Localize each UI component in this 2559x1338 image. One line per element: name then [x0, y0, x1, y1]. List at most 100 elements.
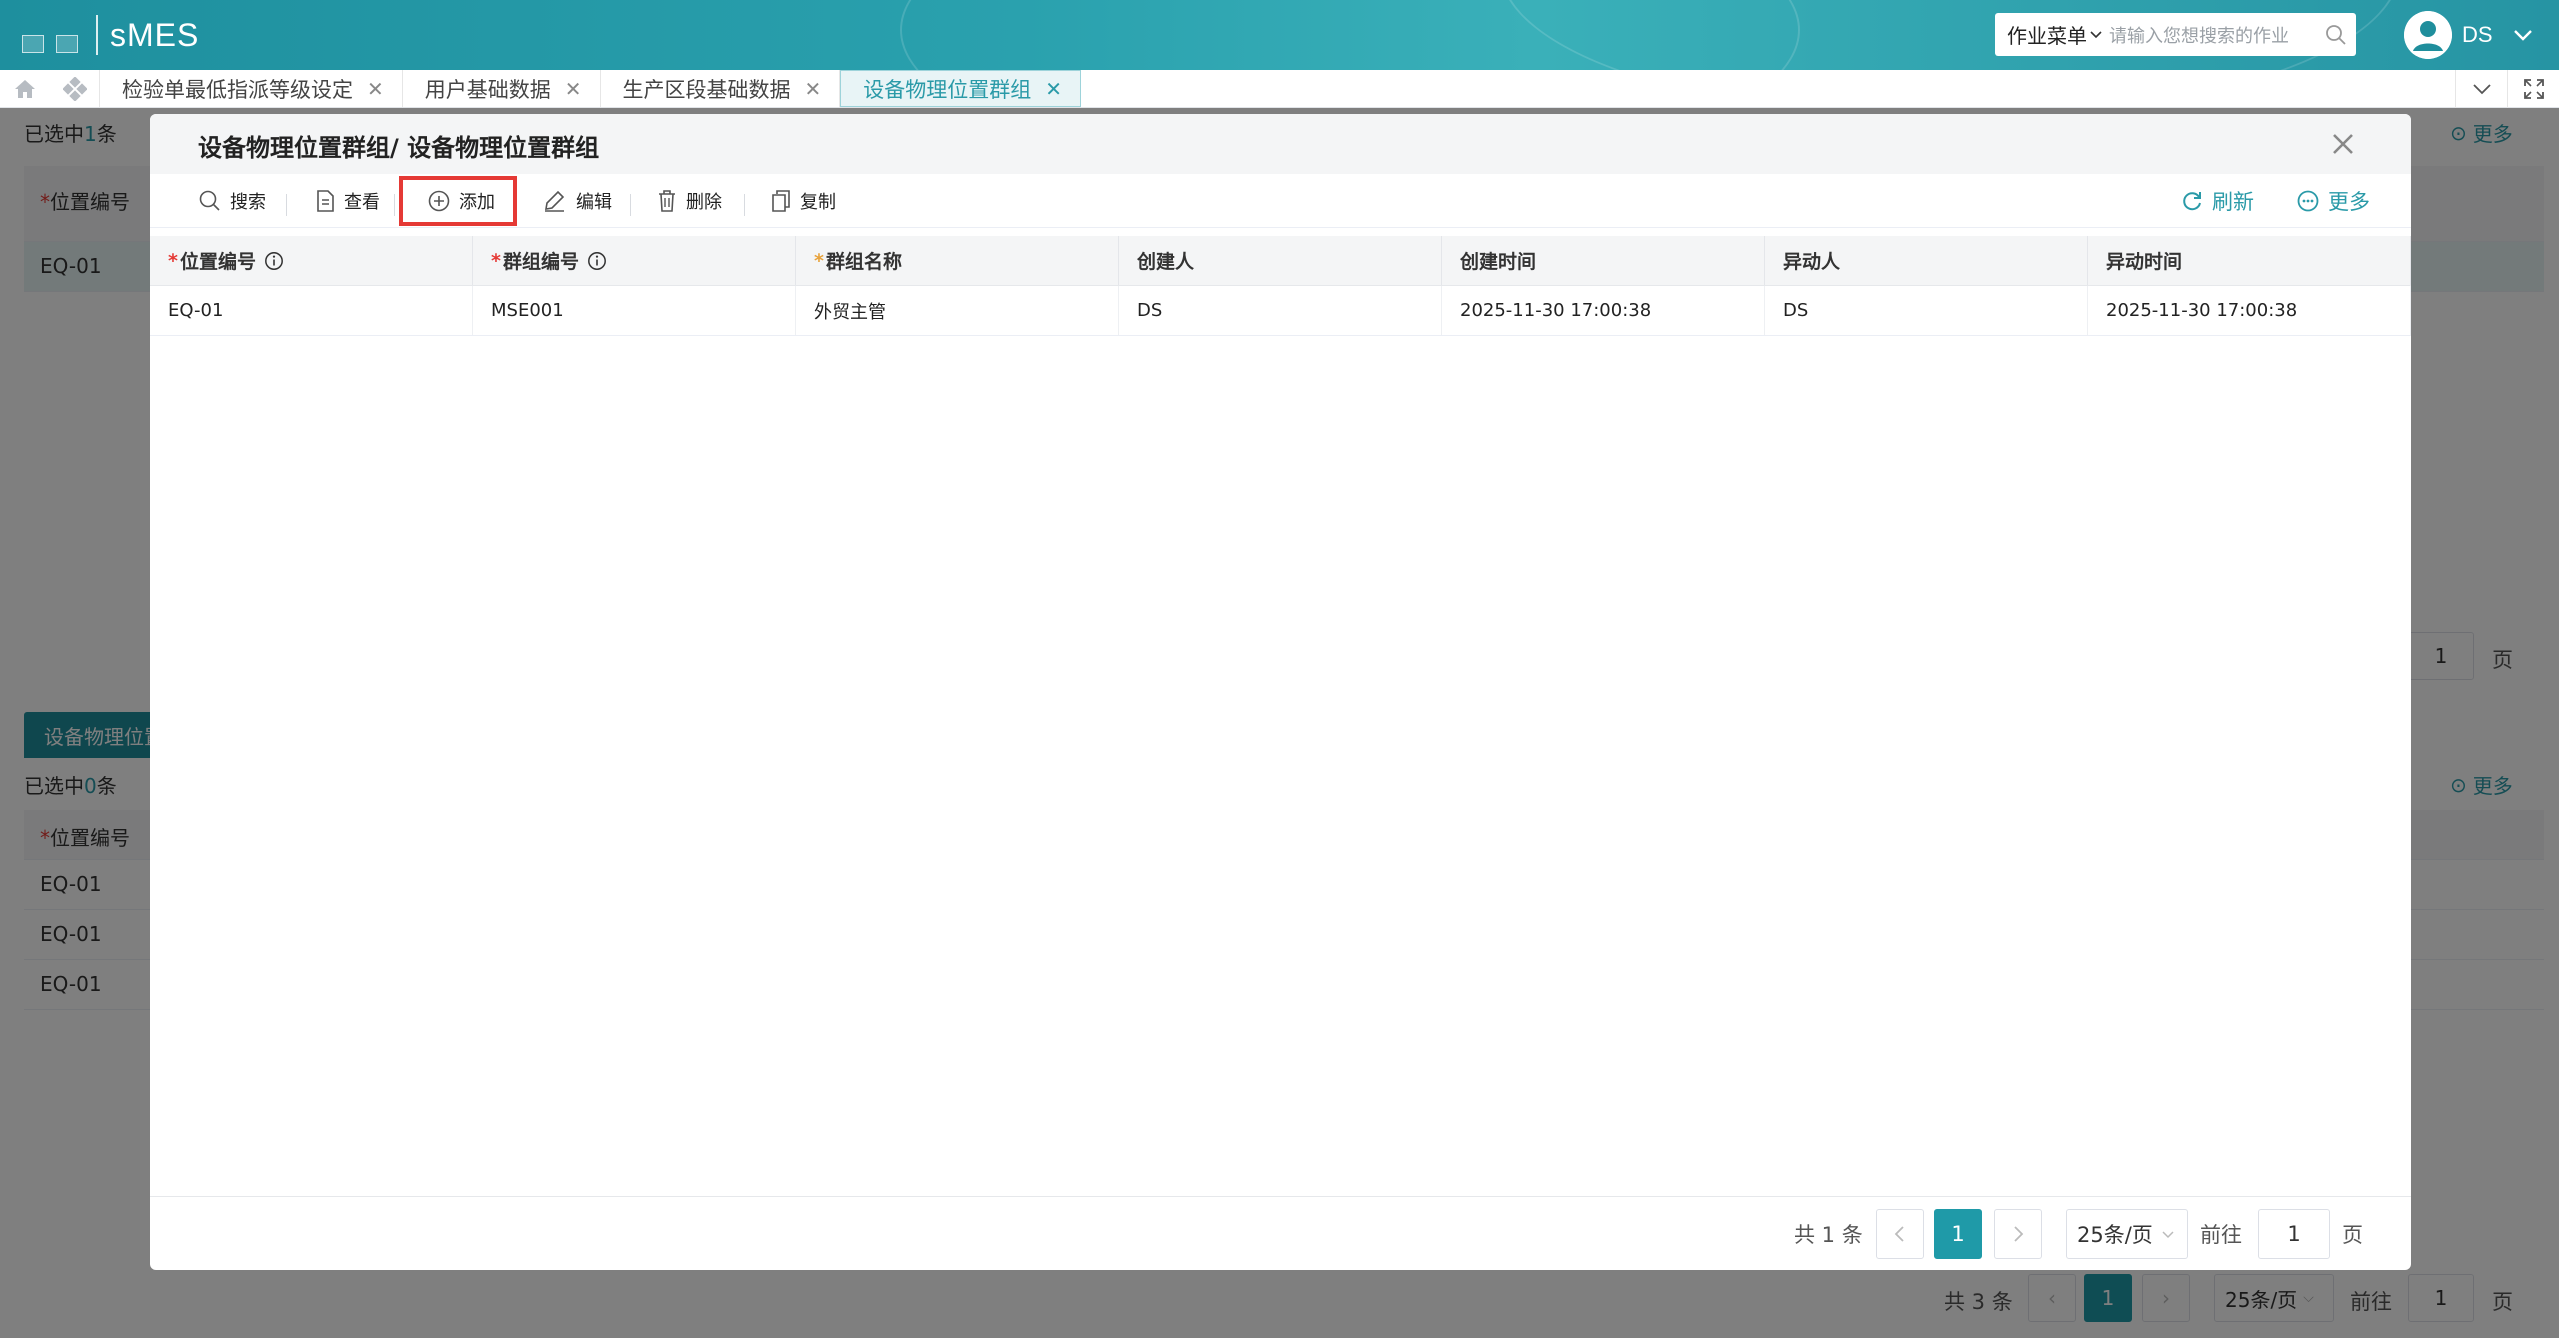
tab-bar: 检验单最低指派等级设定 ✕ 用户基础数据 ✕ 生产区段基础数据 ✕ 设备物理位置…: [0, 70, 2559, 108]
page-button[interactable]: 1: [1934, 1209, 1982, 1259]
tab-equipment-location-group[interactable]: 设备物理位置群组 ✕: [840, 70, 1082, 107]
view-button[interactable]: 查看: [314, 182, 380, 220]
more-button[interactable]: 更多: [2296, 182, 2370, 220]
cell-group-code: MSE001: [473, 286, 796, 335]
home-icon[interactable]: [0, 70, 50, 107]
page-size-label: 25条/页: [2077, 1223, 2153, 1247]
close-icon[interactable]: ✕: [1045, 77, 1062, 101]
apps-icon[interactable]: [50, 70, 100, 107]
edit-button[interactable]: 编辑: [542, 182, 612, 220]
page-size-select[interactable]: 25条/页: [2066, 1209, 2188, 1259]
search-icon[interactable]: [2316, 23, 2356, 47]
copy-button[interactable]: 复制: [770, 182, 836, 220]
cell-modify-time: 2025-11-30 17:00:38: [2088, 286, 2411, 335]
job-search-input[interactable]: 请输入您想搜索的作业: [2103, 22, 2316, 48]
required-marker: *: [814, 249, 824, 272]
column-header-modifier[interactable]: 异动人: [1765, 236, 2088, 285]
tab-inspection-level[interactable]: 检验单最低指派等级设定 ✕: [100, 70, 403, 107]
add-button[interactable]: 添加: [399, 176, 517, 226]
page-goto-input[interactable]: 1: [2258, 1209, 2330, 1259]
top-header: sMES 作业菜单 请输入您想搜索的作业 DS: [0, 0, 2559, 70]
tab-controls: [2455, 70, 2559, 108]
modal-dialog: 设备物理位置群组/ 设备物理位置群组 搜索 查看 添加 编辑 删除 复制 刷新 …: [150, 114, 2411, 1270]
job-menu-label: 作业菜单: [2007, 24, 2087, 48]
column-label: 群组编号: [502, 251, 579, 273]
button-label: 添加: [459, 192, 495, 213]
tab-user-data[interactable]: 用户基础数据 ✕: [403, 70, 601, 107]
job-menu-select[interactable]: 作业菜单: [1995, 20, 2103, 49]
prev-page-button[interactable]: [1876, 1209, 1924, 1259]
column-header-group-name[interactable]: * 群组名称: [796, 236, 1119, 285]
info-icon[interactable]: [264, 251, 284, 271]
cell-creator: DS: [1119, 286, 1442, 335]
search-icon: [199, 190, 220, 211]
table-row[interactable]: EQ-01 MSE001 外贸主管 DS 2025-11-30 17:00:38…: [150, 286, 2411, 336]
brand: sMES: [22, 12, 199, 58]
pencil-icon: [545, 190, 565, 212]
cell-position-code: EQ-01: [150, 286, 473, 335]
data-grid: * 位置编号 * 群组编号 * 群组名称 创建人 创建时间 异动人 异动时间 E…: [150, 236, 2411, 336]
refresh-icon: [2183, 192, 2201, 211]
next-page-button[interactable]: [1994, 1209, 2042, 1259]
fullscreen-icon[interactable]: [2507, 70, 2559, 108]
button-label: 复制: [800, 192, 836, 213]
delete-button[interactable]: 删除: [656, 182, 722, 220]
close-icon[interactable]: ✕: [367, 77, 384, 101]
button-label: 搜索: [230, 192, 266, 213]
search-button[interactable]: 搜索: [198, 182, 266, 220]
column-header-group-code[interactable]: * 群组编号: [473, 236, 796, 285]
close-icon[interactable]: ✕: [805, 77, 822, 101]
column-header-create-time[interactable]: 创建时间: [1442, 236, 1765, 285]
plus-circle-icon: [428, 190, 450, 212]
column-label: 群组名称: [825, 251, 902, 273]
cell-group-name: 外贸主管: [796, 286, 1119, 335]
chevron-left-icon: [1894, 1226, 1904, 1242]
column-label: 位置编号: [179, 251, 256, 273]
total-count: 共 1 条: [1794, 1223, 1863, 1247]
toolbar-separator: [394, 194, 395, 216]
tab-label: 检验单最低指派等级设定: [122, 77, 353, 102]
required-marker: *: [168, 249, 178, 272]
app-name: sMES: [110, 16, 200, 53]
more-icon: [2297, 190, 2319, 212]
trash-icon: [659, 190, 675, 212]
copy-icon: [772, 190, 790, 212]
cell-modifier: DS: [1765, 286, 2088, 335]
button-label: 更多: [2328, 190, 2370, 214]
user-name: DS: [2462, 22, 2493, 47]
close-icon[interactable]: ✕: [565, 77, 582, 101]
cell-create-time: 2025-11-30 17:00:38: [1442, 286, 1765, 335]
user-menu[interactable]: DS: [2404, 10, 2535, 60]
close-icon[interactable]: [2325, 126, 2361, 162]
modal-header: 设备物理位置群组/ 设备物理位置群组: [150, 114, 2411, 174]
modal-toolbar: 搜索 查看 添加 编辑 删除 复制 刷新 更多: [150, 174, 2411, 228]
button-label: 编辑: [576, 192, 612, 213]
column-label: 创建时间: [1460, 251, 1537, 273]
pagination: 共 1 条 1 25条/页 前往 1 页: [150, 1196, 2411, 1270]
grid-header: * 位置编号 * 群组编号 * 群组名称 创建人 创建时间 异动人 异动时间: [150, 236, 2411, 286]
document-icon: [317, 190, 334, 212]
chevron-down-icon[interactable]: [2455, 70, 2507, 108]
chevron-down-icon: [2162, 1231, 2174, 1239]
column-header-creator[interactable]: 创建人: [1119, 236, 1442, 285]
logo-image-broken: [22, 35, 44, 53]
avatar-icon: [2404, 11, 2452, 59]
tab-label: 设备物理位置群组: [863, 77, 1032, 102]
brand-separator: [96, 15, 98, 55]
info-icon[interactable]: [587, 251, 607, 271]
job-search: 作业菜单 请输入您想搜索的作业: [1995, 13, 2356, 56]
column-header-position[interactable]: * 位置编号: [150, 236, 473, 285]
tab-production-section[interactable]: 生产区段基础数据 ✕: [601, 70, 841, 107]
refresh-button[interactable]: 刷新: [2180, 182, 2254, 220]
tab-label: 用户基础数据: [424, 77, 551, 102]
column-header-modify-time[interactable]: 异动时间: [2088, 236, 2411, 285]
button-label: 刷新: [2212, 190, 2254, 214]
column-label: 创建人: [1137, 251, 1195, 273]
chevron-down-icon[interactable]: [2511, 23, 2535, 47]
chevron-right-icon: [2014, 1226, 2024, 1242]
column-label: 异动人: [1783, 251, 1841, 273]
page-unit: 页: [2342, 1223, 2363, 1247]
goto-label: 前往: [2200, 1223, 2242, 1247]
modal-title: 设备物理位置群组/ 设备物理位置群组: [198, 134, 600, 162]
chevron-down-icon: [2090, 30, 2102, 38]
